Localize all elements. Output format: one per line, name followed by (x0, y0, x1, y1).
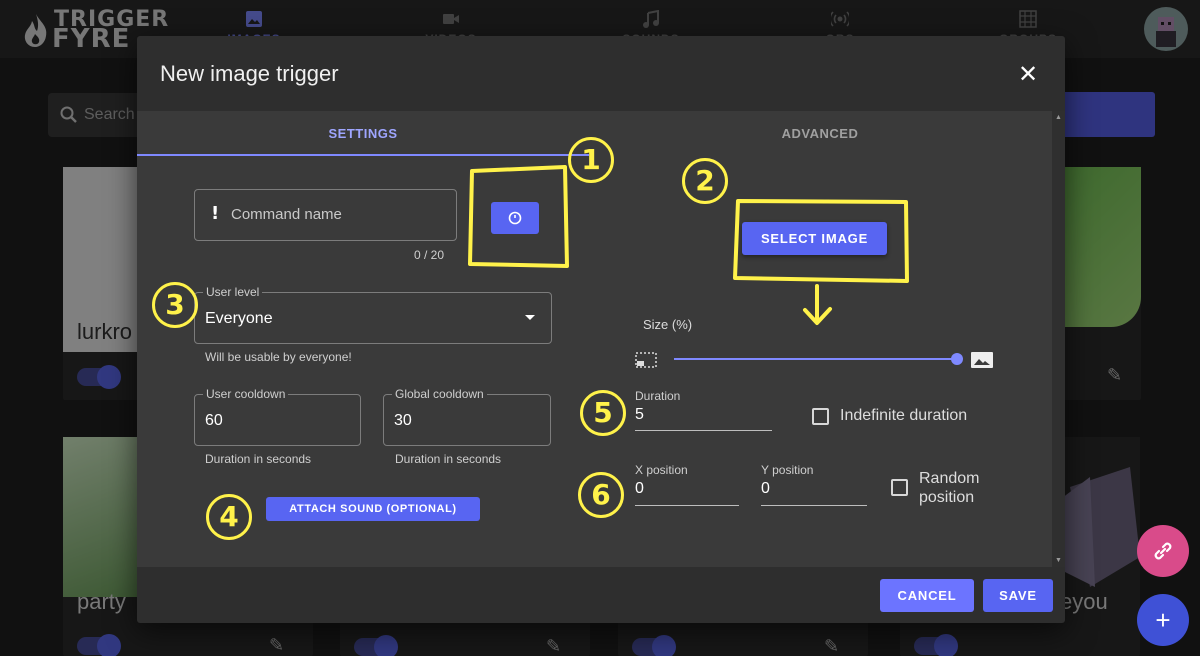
scroll-down-arrow-icon[interactable]: ▼ (1055, 557, 1062, 564)
annotation-number-4: 4 (206, 494, 252, 540)
global-cooldown-label: Global cooldown (392, 387, 487, 401)
dialog-title: New image trigger (160, 61, 339, 86)
size-label: Size (%) (643, 317, 693, 332)
annotation-number-2: 2 (682, 158, 728, 204)
indefinite-duration-checkbox[interactable] (812, 408, 829, 425)
duration-label: Duration (635, 389, 681, 403)
link-icon (1154, 542, 1172, 560)
user-cooldown-input[interactable]: User cooldown 60 (194, 387, 361, 446)
duration-input[interactable]: Duration 5 (635, 389, 772, 431)
error-exclamation-icon: ! (211, 203, 220, 224)
user-level-label: User level (203, 285, 263, 299)
dialog-scrollbar[interactable]: ▲ ▼ (1052, 111, 1065, 567)
global-cooldown-value: 30 (394, 412, 412, 429)
link-fab-button[interactable] (1137, 525, 1189, 577)
x-position-input[interactable]: X position 0 (635, 463, 739, 506)
command-name-input[interactable]: ! Command name (194, 189, 457, 241)
user-cooldown-helper: Duration in seconds (205, 452, 312, 466)
tab-advanced[interactable]: ADVANCED (589, 111, 1051, 156)
command-name-placeholder: Command name (231, 206, 342, 223)
x-position-label: X position (635, 463, 688, 477)
photo-size-small-icon (635, 352, 657, 368)
add-fab-button[interactable]: + (1137, 594, 1189, 646)
y-position-value: 0 (761, 480, 770, 497)
user-level-value: Everyone (205, 310, 273, 327)
plus-icon: + (1155, 604, 1171, 635)
save-button[interactable]: SAVE (983, 579, 1053, 612)
random-position-label: Random position (919, 470, 980, 506)
global-cooldown-helper: Duration in seconds (395, 452, 502, 466)
tab-settings[interactable]: SETTINGS (137, 111, 589, 156)
y-position-label: Y position (761, 463, 814, 477)
photo-size-large-icon (971, 352, 993, 368)
attach-sound-button[interactable]: ATTACH SOUND (OPTIONAL) (266, 497, 480, 521)
global-cooldown-input[interactable]: Global cooldown 30 (383, 387, 551, 446)
user-cooldown-label: User cooldown (203, 387, 289, 401)
annotation-number-3: 3 (152, 282, 198, 328)
annotation-number-1: 1 (568, 137, 614, 183)
indefinite-duration-label: Indefinite duration (840, 407, 968, 424)
annotation-number-5: 5 (580, 390, 626, 436)
timer-button[interactable] (491, 202, 539, 234)
y-position-input[interactable]: Y position 0 (761, 463, 867, 506)
new-image-trigger-dialog: New image trigger ✕ SETTINGS ADVANCED ! … (137, 36, 1065, 623)
dropdown-caret-icon (525, 315, 535, 320)
command-name-counter: 0 / 20 (414, 248, 445, 262)
user-level-helper: Will be usable by everyone! (205, 350, 352, 364)
select-image-button[interactable]: SELECT IMAGE (742, 222, 887, 255)
random-position-checkbox[interactable] (891, 479, 908, 496)
annotation-number-6: 6 (578, 472, 624, 518)
duration-value: 5 (635, 406, 644, 423)
close-icon[interactable]: ✕ (1016, 62, 1040, 86)
scroll-up-arrow-icon[interactable]: ▲ (1055, 114, 1062, 121)
timer-icon (508, 211, 522, 225)
x-position-value: 0 (635, 480, 644, 497)
size-slider-thumb[interactable] (951, 353, 963, 365)
user-level-select[interactable]: User level Everyone (194, 285, 552, 344)
size-slider-track[interactable] (674, 358, 957, 360)
cancel-button[interactable]: CANCEL (880, 579, 974, 612)
user-cooldown-value: 60 (205, 412, 223, 429)
